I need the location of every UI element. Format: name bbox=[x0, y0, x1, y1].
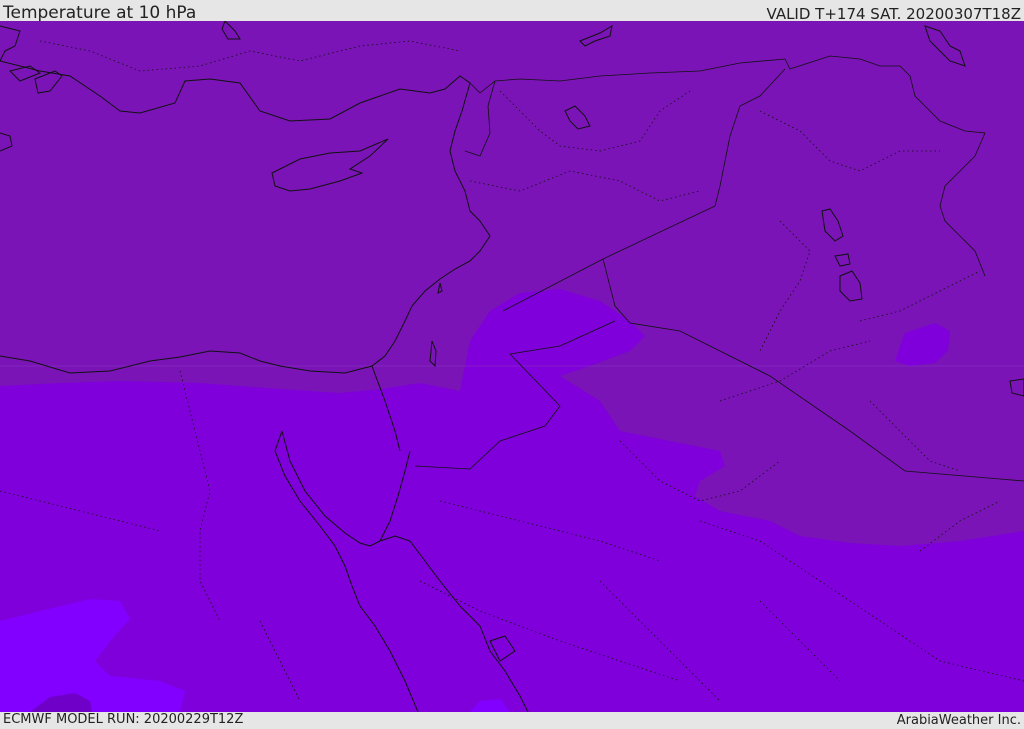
model-run-label: ECMWF MODEL RUN: 20200229T12Z bbox=[3, 712, 244, 727]
footer-bar: ECMWF MODEL RUN: 20200229T12Z ArabiaWeat… bbox=[0, 712, 1024, 729]
map-canvas[interactable] bbox=[0, 21, 1024, 712]
credit-label: ArabiaWeather Inc. bbox=[896, 713, 1021, 728]
header-bar: Temperature at 10 hPa VALID T+174 SAT. 2… bbox=[0, 0, 1024, 23]
map-title: Temperature at 10 hPa bbox=[3, 3, 197, 23]
temperature-map bbox=[0, 21, 1024, 712]
